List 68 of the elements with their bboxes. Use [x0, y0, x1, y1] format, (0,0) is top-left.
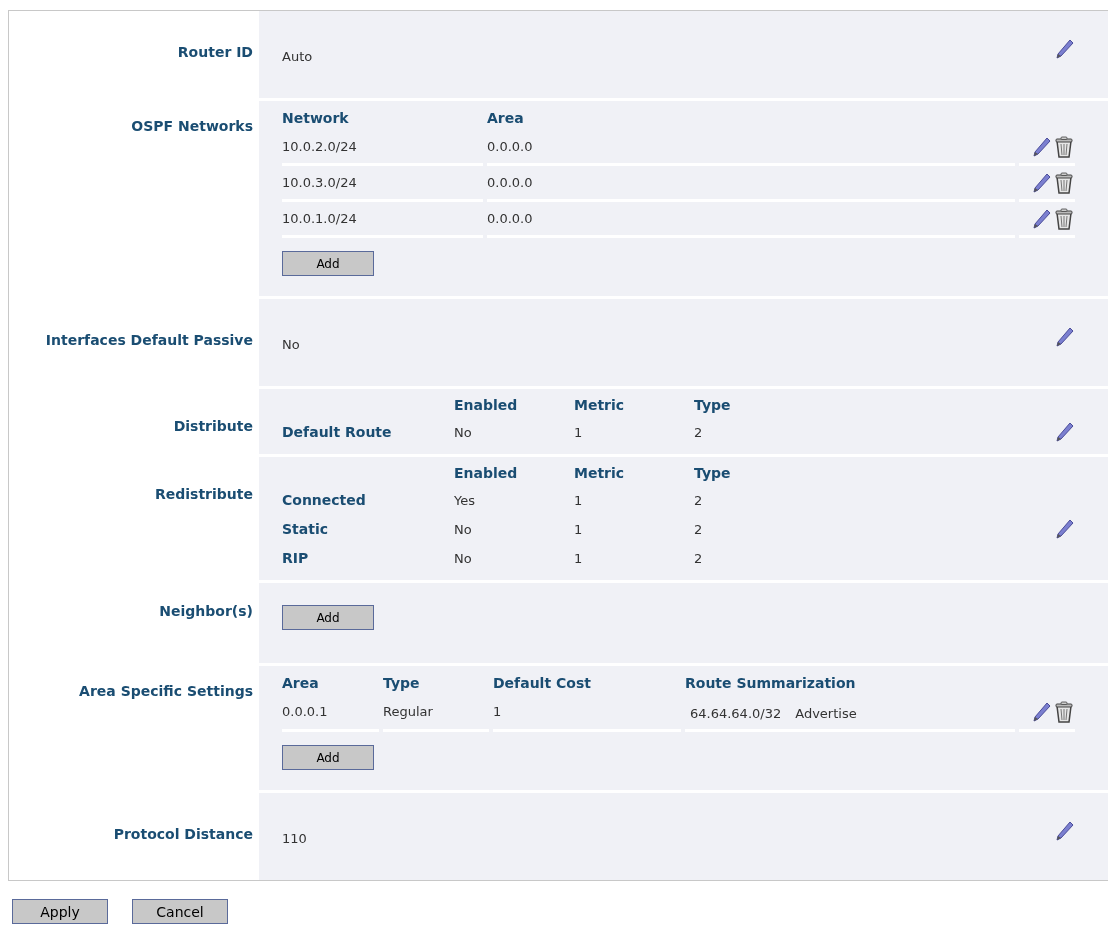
column-header: Enabled	[454, 396, 519, 415]
table-cell-text: Advertise	[795, 705, 857, 723]
field-value: No	[282, 336, 301, 352]
table-cell: 0.0.0.1	[282, 695, 379, 732]
table-cell: Regular	[383, 695, 489, 732]
edit-icon[interactable]	[1032, 207, 1052, 230]
trash-icon[interactable]	[1055, 207, 1075, 230]
table-cell-text: 1	[574, 550, 584, 568]
table-cell-text: 2	[694, 550, 704, 568]
table-cell: 10.0.2.0/24	[282, 130, 483, 166]
table-cell: 0.0.0.0	[487, 130, 1015, 166]
table-cell-text: No	[454, 550, 473, 568]
field-label: Area Specific Settings	[78, 682, 254, 701]
edit-icon[interactable]	[1055, 38, 1075, 60]
table-cell-text: 1	[574, 424, 584, 442]
table-cell: 10.0.1.0/24	[282, 202, 483, 238]
table-cell-text: 64.64.64.0/32	[690, 705, 782, 723]
column-header: Network	[282, 109, 350, 128]
column-header: Type	[383, 674, 421, 693]
table-cell: 0.0.0.0	[487, 166, 1015, 202]
edit-icon[interactable]	[1032, 171, 1052, 194]
column-header: Area	[487, 109, 525, 128]
column-header: Route Summarization	[685, 674, 857, 693]
trash-icon[interactable]	[1055, 135, 1075, 158]
add-button[interactable]: Add	[282, 251, 374, 276]
field-label: Protocol Distance	[112, 825, 254, 844]
add-button[interactable]: Add	[282, 745, 374, 770]
column-header: Type	[694, 396, 732, 415]
field-label: Router ID	[176, 43, 254, 62]
row-label: Static	[282, 520, 329, 539]
field-label: Redistribute	[154, 485, 254, 504]
action-button[interactable]: Apply	[12, 899, 108, 924]
table-cell-text: 2	[694, 424, 704, 442]
field-label: OSPF Networks	[130, 117, 254, 136]
column-header: Metric	[574, 464, 626, 483]
table-cell-text: 2	[694, 521, 704, 539]
field-label: Interfaces Default Passive	[44, 331, 254, 350]
column-header: Metric	[574, 396, 626, 415]
row-label: Default Route	[282, 423, 393, 442]
column-header: Area	[282, 674, 320, 693]
table-cell-text: 2	[694, 492, 704, 510]
row-label: Connected	[282, 491, 367, 510]
add-button[interactable]: Add	[282, 605, 374, 630]
table-cell-text: Yes	[454, 492, 476, 510]
edit-icon[interactable]	[1032, 701, 1052, 723]
edit-icon[interactable]	[1032, 135, 1052, 158]
table-cell: 1	[493, 695, 681, 732]
table-cell: 0.0.0.0	[487, 202, 1015, 238]
column-header: Type	[694, 464, 732, 483]
row-label: RIP	[282, 549, 310, 568]
field-label: Distribute	[172, 417, 254, 436]
table-cell-text: No	[454, 424, 473, 442]
edit-icon[interactable]	[1055, 820, 1075, 842]
table-cell-text: 1	[574, 492, 584, 510]
table-cell: 10.0.3.0/24	[282, 166, 483, 202]
trash-icon[interactable]	[1055, 701, 1075, 723]
edit-icon[interactable]	[1055, 517, 1075, 540]
field-label: Neighbor(s)	[158, 602, 254, 621]
field-value: Auto	[282, 48, 314, 64]
table-cell-text: No	[454, 521, 473, 539]
edit-icon[interactable]	[1055, 420, 1075, 443]
field-value: 110	[282, 830, 308, 846]
edit-icon[interactable]	[1055, 326, 1075, 348]
column-header: Default Cost	[493, 674, 592, 693]
column-header: Enabled	[454, 464, 519, 483]
action-button[interactable]: Cancel	[132, 899, 228, 924]
table-cell-text: 1	[574, 521, 584, 539]
trash-icon[interactable]	[1055, 171, 1075, 194]
